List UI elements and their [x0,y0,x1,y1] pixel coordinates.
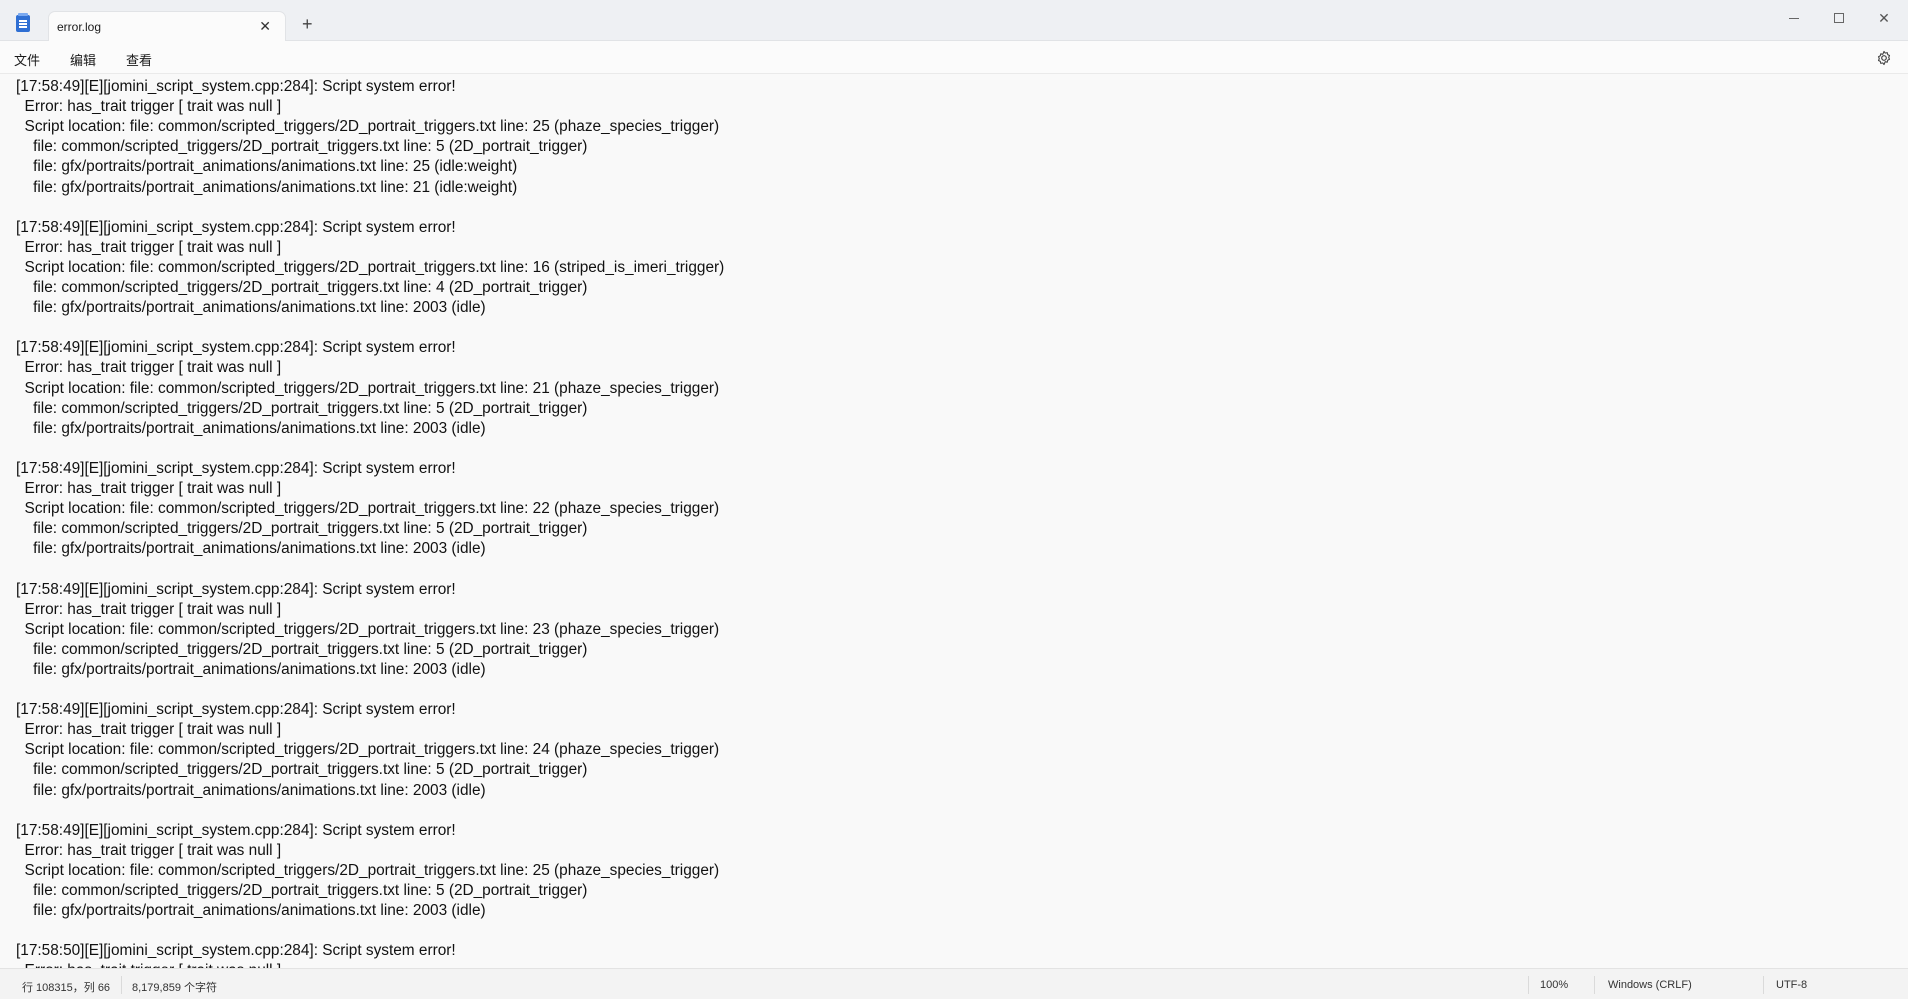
text-line: file: gfx/portraits/portrait_animations/… [16,781,486,799]
text-line: file: common/scripted_triggers/2D_portra… [16,399,588,417]
status-divider [121,976,122,994]
text-line: [17:58:49][E][jomini_script_system.cpp:2… [16,218,456,236]
text-line: Error: has_trait trigger [ trait was nul… [16,98,282,116]
text-line: file: common/scripted_triggers/2D_portra… [16,279,588,296]
text-line: Script location: file: common/scripted_t… [16,620,720,638]
text-line: Error: has_trait trigger [ trait was nul… [16,600,282,618]
maximize-icon [1834,13,1844,23]
text-line: [17:58:49][E][jomini_script_system.cpp:2… [16,580,456,598]
gear-icon[interactable] [1876,50,1892,66]
menu-file[interactable]: 文件 [14,50,40,69]
minimize-icon [1789,17,1799,19]
maximize-button[interactable] [1829,8,1849,28]
character-count: 8,179,859 个字符 [132,982,217,994]
text-line: Script location: file: common/scripted_t… [16,118,720,136]
text-line: [17:58:49][E][jomini_script_system.cpp:2… [16,821,456,839]
text-line: Script location: file: common/scripted_t… [16,741,720,759]
text-line: Script location: file: common/scripted_t… [16,500,720,518]
notepad-app-icon [16,13,30,32]
text-line: Error: has_trait trigger [ trait was nul… [16,961,282,968]
text-line: [17:58:50][E][jomini_script_system.cpp:2… [16,942,456,960]
text-line: Script location: file: common/scripted_t… [16,861,720,879]
text-line: Script location: file: common/scripted_t… [16,258,725,276]
text-line: [17:58:49][E][jomini_script_system.cpp:2… [16,78,456,95]
text-line: Error: has_trait trigger [ trait was nul… [16,238,282,256]
text-line: Script location: file: common/scripted_t… [16,379,720,397]
text-line: Error: has_trait trigger [ trait was nul… [16,480,282,497]
text-line: [17:58:49][E][jomini_script_system.cpp:2… [16,339,456,357]
status-divider [1594,976,1595,994]
line-ending[interactable]: Windows (CRLF) [1608,979,1692,991]
text-line: Error: has_trait trigger [ trait was nul… [16,359,282,377]
status-divider [1763,976,1764,994]
add-tab-button[interactable]: + [302,15,313,33]
zoom-level[interactable]: 100% [1540,979,1568,991]
title-bar: error.log ✕ + ✕ [0,0,1908,42]
text-line: Error: has_trait trigger [ trait was nul… [16,841,282,859]
text-line: Error: has_trait trigger [ trait was nul… [16,721,282,739]
text-editor[interactable]: [17:58:49][E][jomini_script_system.cpp:2… [0,74,1908,968]
text-line: file: gfx/portraits/portrait_animations/… [16,540,486,558]
minimize-button[interactable] [1784,8,1804,28]
text-line: [17:58:49][E][jomini_script_system.cpp:2… [16,701,456,719]
text-line: [17:58:49][E][jomini_script_system.cpp:2… [16,459,456,477]
text-line: file: common/scripted_triggers/2D_portra… [16,640,588,658]
close-icon[interactable]: ✕ [259,18,271,35]
text-line: file: gfx/portraits/portrait_animations/… [16,419,486,437]
menu-edit[interactable]: 编辑 [70,50,96,69]
text-line: file: common/scripted_triggers/2D_portra… [16,761,588,779]
cursor-position[interactable]: 行 108315，列 66 [22,979,110,995]
text-line: file: common/scripted_triggers/2D_portra… [16,520,588,538]
text-line: file: common/scripted_triggers/2D_portra… [16,138,588,156]
tab-title: error.log [57,20,102,34]
menu-bar: 文件 编辑 查看 [0,41,1908,74]
tab-error-log[interactable]: error.log ✕ [48,11,286,42]
text-line: file: gfx/portraits/portrait_animations/… [16,158,518,176]
status-divider [1528,976,1529,994]
menu-view[interactable]: 查看 [126,50,152,69]
text-line: file: gfx/portraits/portrait_animations/… [16,299,486,317]
text-line: file: gfx/portraits/portrait_animations/… [16,902,486,920]
text-line: file: gfx/portraits/portrait_animations/… [16,178,518,196]
encoding[interactable]: UTF-8 [1776,979,1807,991]
window-close-button[interactable]: ✕ [1874,8,1894,28]
text-line: file: gfx/portraits/portrait_animations/… [16,660,486,678]
status-bar: 行 108315，列 66 8,179,859 个字符 100% Windows… [0,968,1908,999]
text-line: file: common/scripted_triggers/2D_portra… [16,882,588,899]
